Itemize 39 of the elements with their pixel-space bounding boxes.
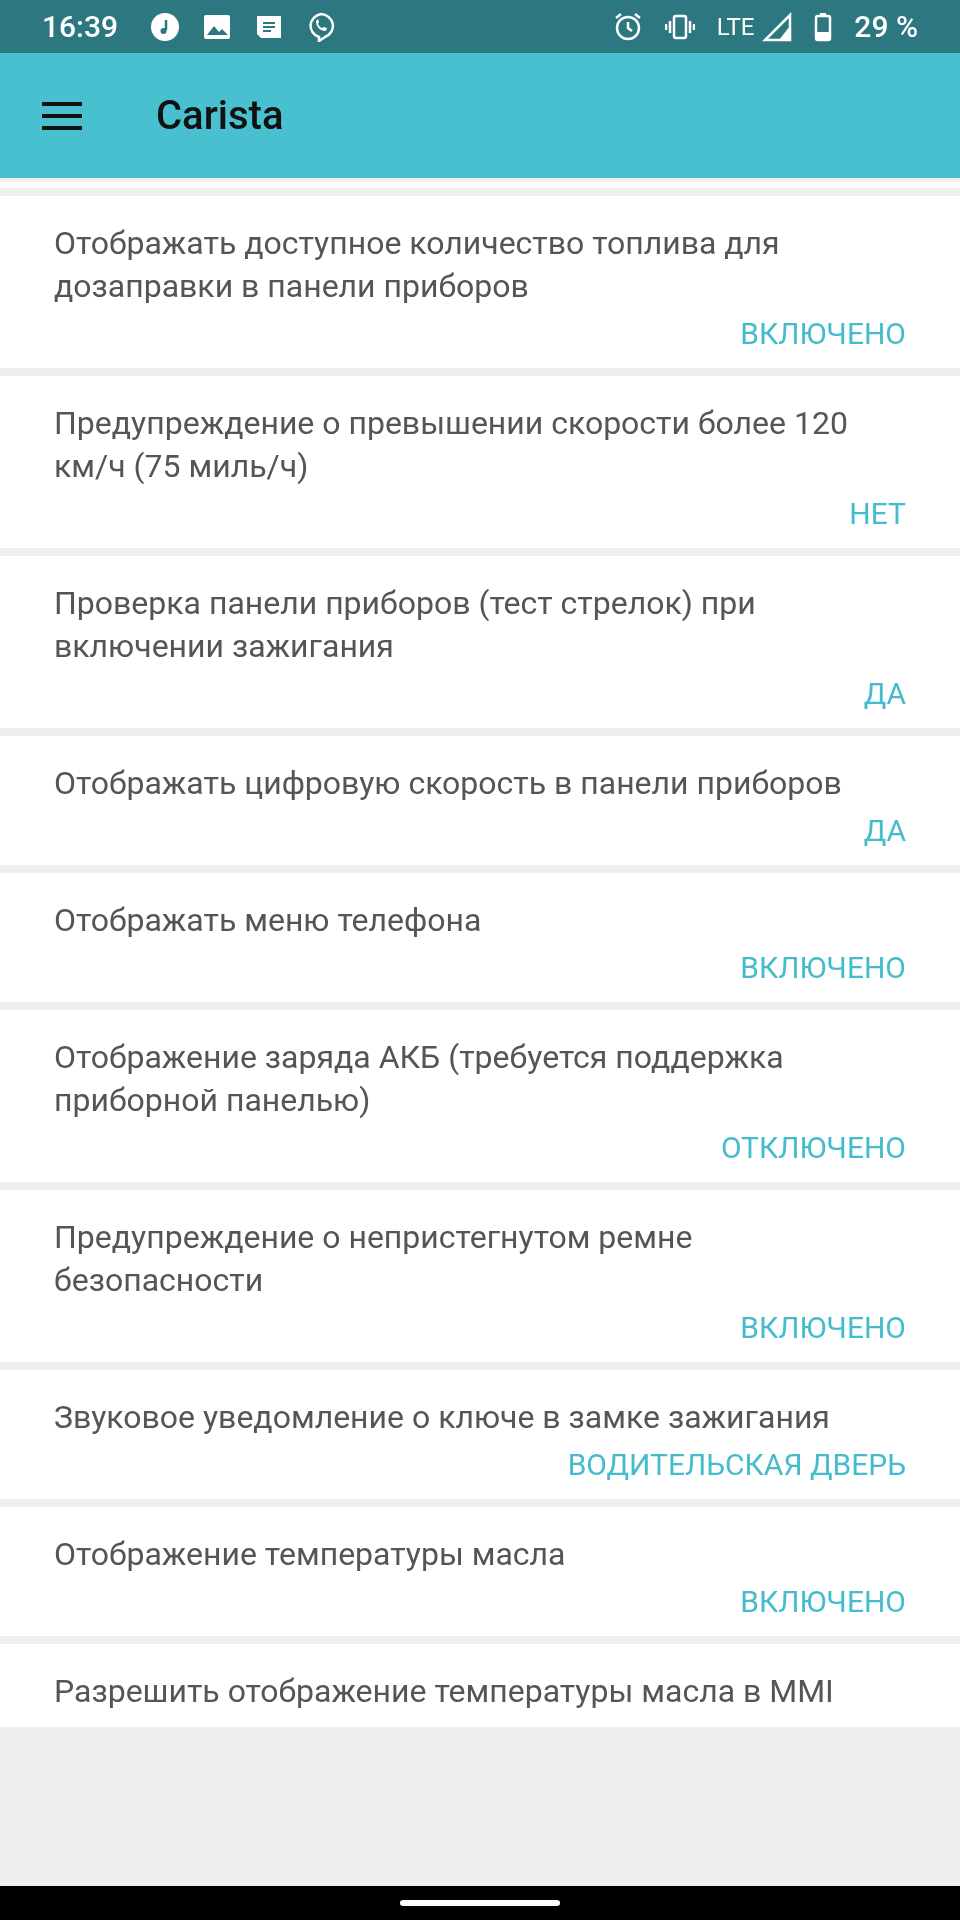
setting-card[interactable]: Отображение температуры масла ВКЛЮЧЕНО [0,1507,960,1636]
setting-title: Отображение температуры масла [54,1534,566,1575]
setting-value: ДА [863,675,906,713]
setting-card[interactable]: Отображать меню телефона ВКЛЮЧЕНО [0,873,960,1002]
setting-value: ВКЛЮЧЕНО [740,1309,906,1347]
setting-value: ДА [863,812,906,850]
battery-icon [814,11,833,42]
setting-card[interactable]: Предупреждение о непристегнутом ремне безопасности ВКЛЮЧЕНО [0,1190,960,1362]
setting-value: ВОДИТЕЛЬСКАЯ ДВЕРЬ [567,1446,906,1484]
setting-title: Отображать доступное количество топлива для дозаправки в панели приборов [54,223,781,307]
network-type: LTE [716,12,755,41]
setting-title: Отображение заряда АКБ (требуется поддержка приборной панелью) [54,1037,785,1121]
setting-card[interactable]: Проверка панели приборов (тест стрелок) при включении зажигания ДА [0,556,960,728]
setting-title: Предупреждение о превышении скорости более 120 км/ч (75 миль/ч) [54,403,849,487]
setting-title: Предупреждение о непристегнутом ремне безопасности [54,1217,694,1301]
setting-card[interactable]: Отображать доступное количество топлива для дозаправки в панели приборов ВКЛЮЧЕНО [0,196,960,368]
setting-title: Отображать меню телефона [54,900,482,941]
setting-card[interactable]: Отображение заряда АКБ (требуется поддержка приборной панелью) ОТКЛЮЧЕНО [0,1010,960,1182]
setting-card[interactable]: Звуковое уведомление о ключе в замке зажигания ВОДИТЕЛЬСКАЯ ДВЕРЬ [0,1370,960,1499]
phone-chat-icon [306,11,337,42]
setting-value: НЕТ [849,495,906,533]
setting-title: Отображать цифровую скорость в панели приборов [54,763,842,804]
battery-percent: 29 % [854,9,918,44]
setting-card[interactable]: Разрешить отображение температуры масла в MMI [0,1644,960,1727]
setting-value: ОТКЛЮЧЕНО [720,1129,906,1167]
app-title: Carista [156,92,284,139]
home-handle[interactable] [400,1900,560,1906]
status-time: 16:39 [42,9,119,44]
setting-title: Проверка панели приборов (тест стрелок) при включении зажигания [54,583,757,667]
music-note-icon [150,11,181,42]
setting-title: Разрешить отображение температуры масла в MMI [54,1671,834,1712]
menu-button[interactable] [40,100,84,131]
setting-title: Звуковое уведомление о ключе в замке зажигания [54,1397,830,1438]
setting-value: ВКЛЮЧЕНО [740,1583,906,1621]
setting-value: ВКЛЮЧЕНО [740,315,906,353]
signal-icon [762,11,793,42]
setting-card[interactable]: Предупреждение о превышении скорости более 120 км/ч (75 миль/ч) НЕТ [0,376,960,548]
setting-card[interactable]: Отображать цифровую скорость в панели приборов ДА [0,736,960,865]
setting-value: ВКЛЮЧЕНО [740,949,906,987]
